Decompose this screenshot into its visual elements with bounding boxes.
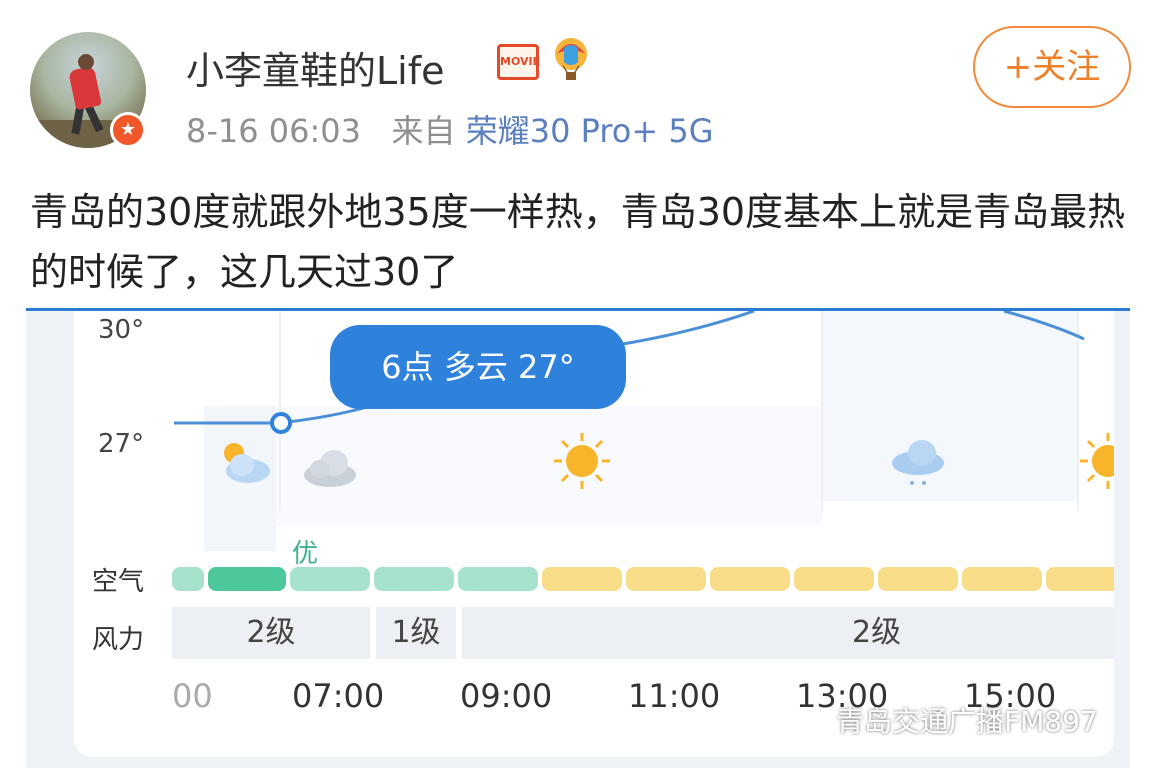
movie-badge-icon: MOVIE [497,44,540,80]
time-label: 09:00 [460,677,553,715]
balloon-icon [555,38,587,80]
weather-image[interactable]: 6点 多云 27° 优 2级 1级 2级 00 07:00 09:00 11:0… [26,308,1130,768]
time-label: 00 [172,677,213,715]
y-label-27: 27° [98,429,145,459]
cloudy-icon [304,450,356,487]
post-text: 青岛的30度就跟外地35度一样热，青岛30度基本上就是青岛最热的时候了，这几天过… [30,190,1126,294]
sunny-icon [554,433,610,489]
timestamp: 8-16 06:03 [186,112,362,150]
time-label: 11:00 [628,677,721,715]
watermark: 青岛交通广播FM897 [790,700,1098,740]
wechat-icon [791,710,828,736]
wind-cell: 2级 [462,607,1114,659]
partly-cloudy-icon [224,443,270,483]
wind-cell: 2级 [172,607,370,659]
aqi-bar [172,567,1114,591]
verified-badge-icon: ★ [110,112,146,148]
time-label: 07:00 [292,677,385,715]
weather-panel: 6点 多云 27° 优 2级 1级 2级 00 07:00 09:00 11:0… [74,311,1114,757]
aqi-label: 空气 [92,567,145,597]
follow-button[interactable]: +关注 [973,26,1131,108]
y-label-30: 30° [98,315,145,345]
wind-cell: 1级 [376,607,456,659]
light-rain-icon [892,440,944,485]
from-label: 来自 [391,112,456,150]
post-meta: 8-16 06:03 来自 荣耀30 Pro+ 5G [186,106,714,152]
wind-label: 风力 [92,625,145,655]
sunny-icon [1080,433,1114,489]
selected-point[interactable] [270,412,292,434]
watermark-text: 青岛交通广播FM897 [836,705,1098,738]
device-link[interactable]: 荣耀30 Pro+ 5G [466,112,714,150]
weather-tooltip: 6点 多云 27° [330,325,626,409]
username[interactable]: 小李童鞋的Life [186,40,445,95]
